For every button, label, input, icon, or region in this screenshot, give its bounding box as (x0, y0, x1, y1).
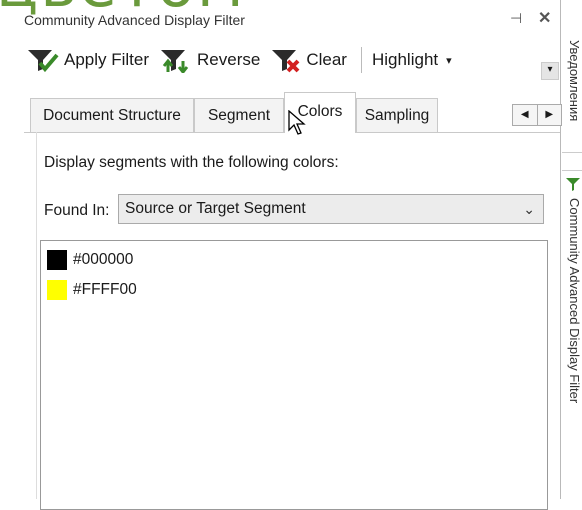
color-list[interactable]: #000000 #FFFF00 (40, 240, 548, 510)
list-item[interactable]: #FFFF00 (47, 279, 137, 301)
chevron-down-icon: ⌄ (523, 201, 535, 217)
found-in-label: Found In: (44, 202, 110, 219)
side-strip-divider (562, 170, 582, 171)
mouse-cursor-icon (288, 110, 306, 135)
clear-label: Clear (306, 50, 347, 69)
apply-filter-button[interactable]: Apply Filter (26, 47, 149, 73)
found-in-select[interactable]: Source or Target Segment ⌄ (118, 194, 544, 224)
tab-segment[interactable]: Segment (194, 98, 284, 132)
funnel-icon (566, 178, 580, 191)
toolbar-overflow-button[interactable]: ▾ (541, 62, 559, 80)
toolbar-separator (360, 47, 362, 73)
apply-filter-label: Apply Filter (64, 50, 150, 69)
tab-scroll-left-button[interactable]: ◀ (513, 105, 538, 125)
funnel-check-icon (28, 50, 59, 73)
panel-left-border (36, 132, 37, 499)
window-title: Community Advanced Display Filter (24, 12, 245, 28)
close-icon[interactable]: ✕ (538, 8, 551, 28)
side-tab-display-filter[interactable]: Community Advanced Display Filter (567, 198, 582, 403)
list-item[interactable]: #000000 (47, 249, 133, 271)
reverse-label: Reverse (197, 50, 261, 69)
color-hex: #FFFF00 (73, 281, 137, 298)
tab-document-structure[interactable]: Document Structure (30, 98, 194, 132)
color-hex: #000000 (73, 251, 134, 268)
color-swatch (47, 250, 67, 270)
highlight-dropdown[interactable]: Highlight ▾ (372, 50, 452, 70)
highlight-label: Highlight (371, 50, 439, 69)
reverse-button[interactable]: Reverse (159, 47, 260, 73)
colors-description: Display segments with the following colo… (44, 154, 339, 171)
title-bar: Community Advanced Display Filter ⊣ ✕ (0, 0, 560, 40)
chevron-down-icon: ▾ (446, 54, 452, 67)
side-tab-notifications[interactable]: Уведомления (567, 40, 582, 121)
tab-scroll-right-button[interactable]: ▶ (538, 105, 562, 125)
tab-sampling[interactable]: Sampling (356, 98, 438, 132)
tab-scroll-buttons: ◀ ▶ (512, 104, 562, 126)
side-strip-divider (562, 152, 582, 153)
color-swatch (47, 280, 67, 300)
funnel-clear-icon (272, 50, 300, 73)
found-in-value: Source or Target Segment (125, 200, 306, 217)
clear-button[interactable]: Clear (270, 47, 347, 73)
funnel-reverse-icon (161, 50, 189, 73)
toolbar: Apply Filter Reverse Clear Highlight ▾ (26, 42, 556, 78)
pin-icon[interactable]: ⊣ (510, 10, 522, 27)
